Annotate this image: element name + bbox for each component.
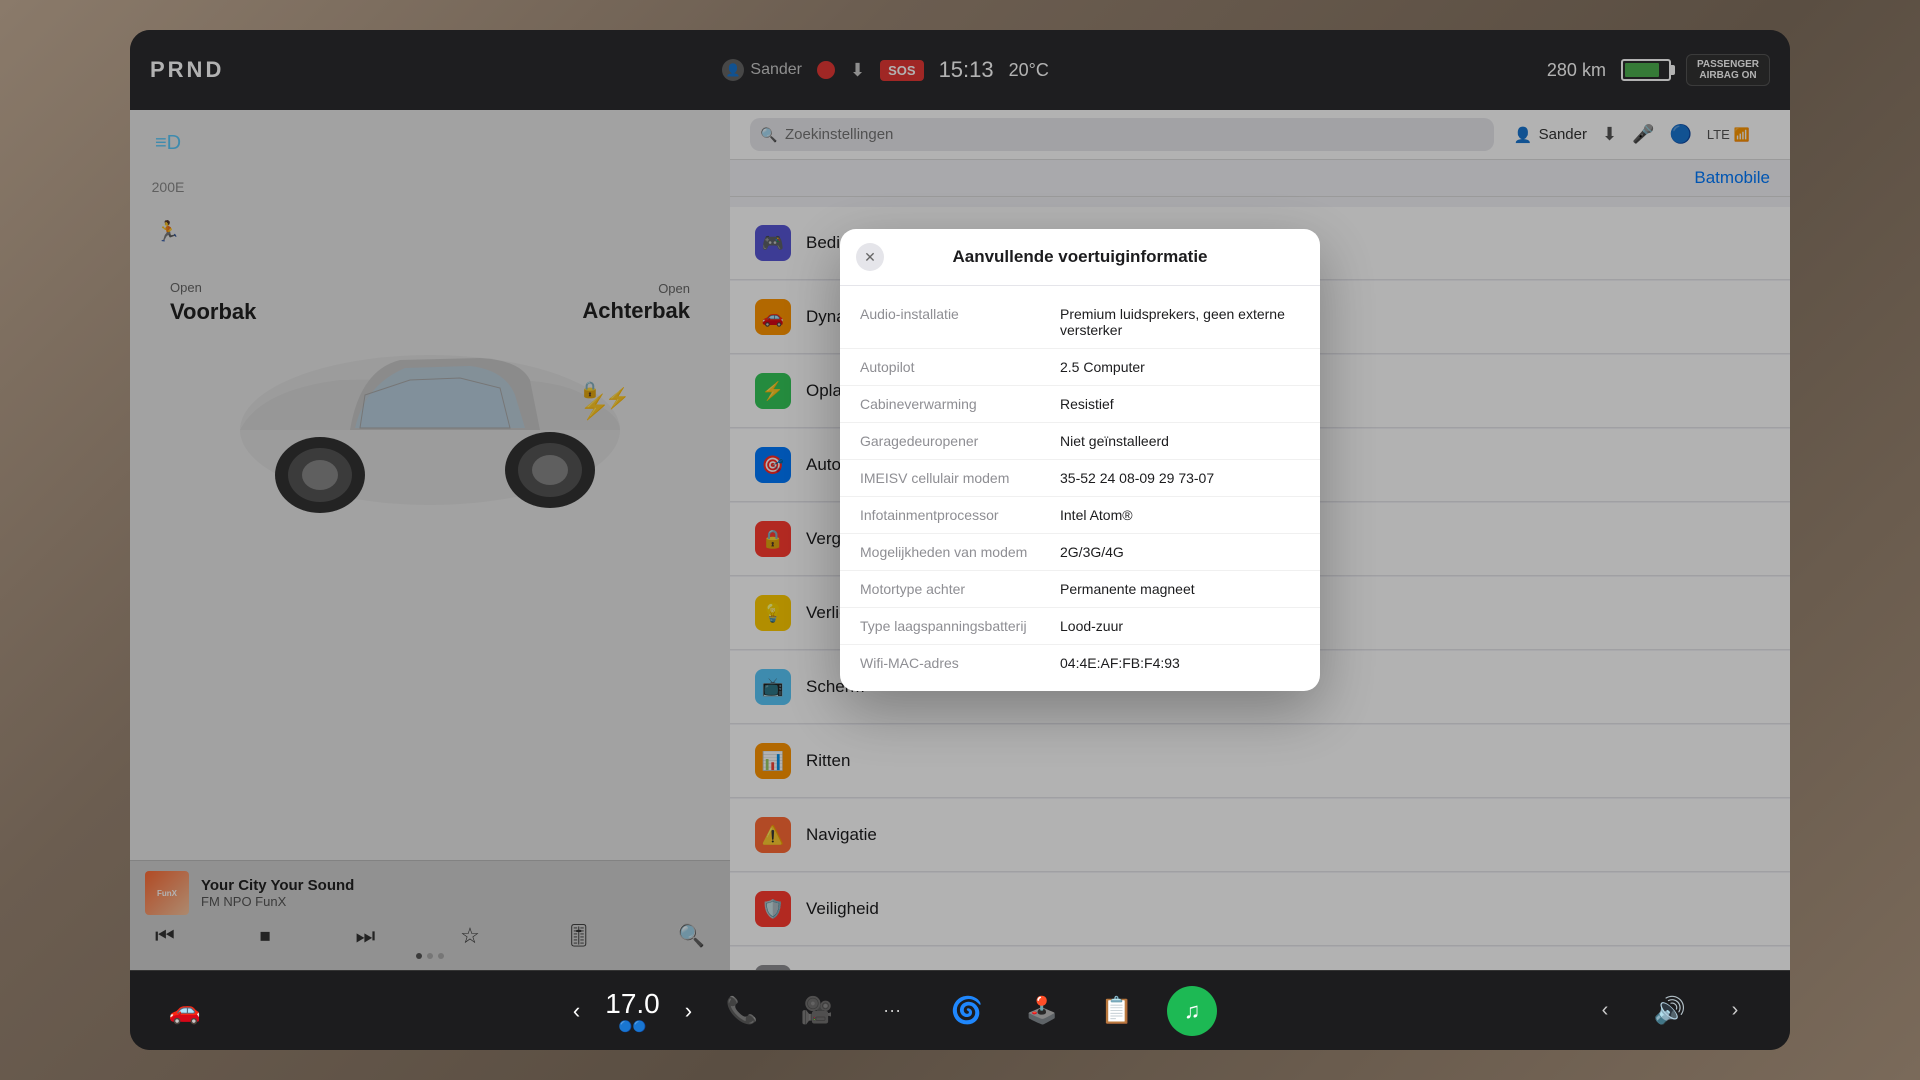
info-label: Garagedeuropener bbox=[860, 433, 1060, 449]
modal-overlay: ✕ Aanvullende voertuiginformatie Audio-i… bbox=[130, 30, 1790, 970]
taskbar: 🚗 ‹ 17.0 🔵🔵 › 📞 🎥 ··· 🌀 🕹️ 📋 ♫ ‹ 🔊 › bbox=[130, 970, 1790, 1050]
taskbar-next-icon[interactable]: › bbox=[1710, 986, 1760, 1036]
taskbar-phone-icon[interactable]: 📞 bbox=[717, 986, 767, 1036]
info-value: Resistief bbox=[1060, 396, 1300, 412]
info-label: Wifi-MAC-adres bbox=[860, 655, 1060, 671]
modal-body: Audio-installatiePremium luidsprekers, g… bbox=[840, 286, 1320, 691]
info-row: Wifi-MAC-adres04:4E:AF:FB:F4:93 bbox=[840, 645, 1320, 681]
taskbar-more-icon[interactable]: ··· bbox=[867, 986, 917, 1036]
info-row: Audio-installatiePremium luidsprekers, g… bbox=[840, 296, 1320, 349]
info-row: InfotainmentprocessorIntel Atom® bbox=[840, 497, 1320, 534]
modal-dialog: ✕ Aanvullende voertuiginformatie Audio-i… bbox=[840, 229, 1320, 691]
info-label: IMEISV cellulair modem bbox=[860, 470, 1060, 486]
info-row: Mogelijkheden van modem2G/3G/4G bbox=[840, 534, 1320, 571]
info-value: 2G/3G/4G bbox=[1060, 544, 1300, 560]
taskbar-car-icon[interactable]: 🚗 bbox=[160, 986, 210, 1036]
info-row: IMEISV cellulair modem35-52 24 08-09 29 … bbox=[840, 460, 1320, 497]
info-value: Niet geïnstalleerd bbox=[1060, 433, 1300, 449]
info-value: 2.5 Computer bbox=[1060, 359, 1300, 375]
info-value: 04:4E:AF:FB:F4:93 bbox=[1060, 655, 1300, 671]
taskbar-right: ‹ 🔊 › bbox=[1580, 986, 1760, 1036]
modal-title: Aanvullende voertuiginformatie bbox=[952, 247, 1207, 267]
info-label: Infotainmentprocessor bbox=[860, 507, 1060, 523]
modal-header: ✕ Aanvullende voertuiginformatie bbox=[840, 229, 1320, 286]
info-value: Permanente magneet bbox=[1060, 581, 1300, 597]
info-row: GaragedeuropenerNiet geïnstalleerd bbox=[840, 423, 1320, 460]
info-label: Type laagspanningsbatterij bbox=[860, 618, 1060, 634]
taskbar-fan-icon[interactable]: 🌀 bbox=[942, 986, 992, 1036]
info-label: Cabineverwarming bbox=[860, 396, 1060, 412]
info-row: Motortype achterPermanente magneet bbox=[840, 571, 1320, 608]
info-value: Intel Atom® bbox=[1060, 507, 1300, 523]
temp-value: 17.0 🔵🔵 bbox=[605, 988, 660, 1033]
taskbar-joystick-icon[interactable]: 🕹️ bbox=[1017, 986, 1067, 1036]
info-value: Premium luidsprekers, geen externe verst… bbox=[1060, 306, 1300, 338]
info-label: Motortype achter bbox=[860, 581, 1060, 597]
info-row: Autopilot2.5 Computer bbox=[840, 349, 1320, 386]
taskbar-camera-icon[interactable]: 🎥 bbox=[792, 986, 842, 1036]
info-label: Mogelijkheden van modem bbox=[860, 544, 1060, 560]
taskbar-volume-icon[interactable]: 🔊 bbox=[1645, 986, 1695, 1036]
info-row: CabineverwarmingResistief bbox=[840, 386, 1320, 423]
info-label: Audio-installatie bbox=[860, 306, 1060, 338]
taskbar-center: ‹ 17.0 🔵🔵 › 📞 🎥 ··· 🌀 🕹️ 📋 ♫ bbox=[573, 986, 1217, 1036]
modal-close-button[interactable]: ✕ bbox=[856, 243, 884, 271]
taskbar-left: 🚗 bbox=[160, 986, 210, 1036]
close-icon: ✕ bbox=[864, 249, 876, 266]
temp-number: 17.0 bbox=[605, 988, 660, 1020]
temp-control: 17.0 🔵🔵 bbox=[605, 988, 660, 1033]
info-value: Lood-zuur bbox=[1060, 618, 1300, 634]
taskbar-notes-icon[interactable]: 📋 bbox=[1092, 986, 1142, 1036]
temp-sub-icons: 🔵🔵 bbox=[605, 1020, 660, 1033]
info-label: Autopilot bbox=[860, 359, 1060, 375]
info-row: Type laagspanningsbatterijLood-zuur bbox=[840, 608, 1320, 645]
info-value: 35-52 24 08-09 29 73-07 bbox=[1060, 470, 1300, 486]
temp-decrease-button[interactable]: ‹ bbox=[573, 998, 580, 1024]
taskbar-prev-icon[interactable]: ‹ bbox=[1580, 986, 1630, 1036]
taskbar-spotify-icon[interactable]: ♫ bbox=[1167, 986, 1217, 1036]
tesla-screen: PRND 👤 Sander ⬇ SOS 15:13 20°C 280 km PA… bbox=[130, 30, 1790, 1050]
temp-increase-button[interactable]: › bbox=[685, 998, 692, 1024]
